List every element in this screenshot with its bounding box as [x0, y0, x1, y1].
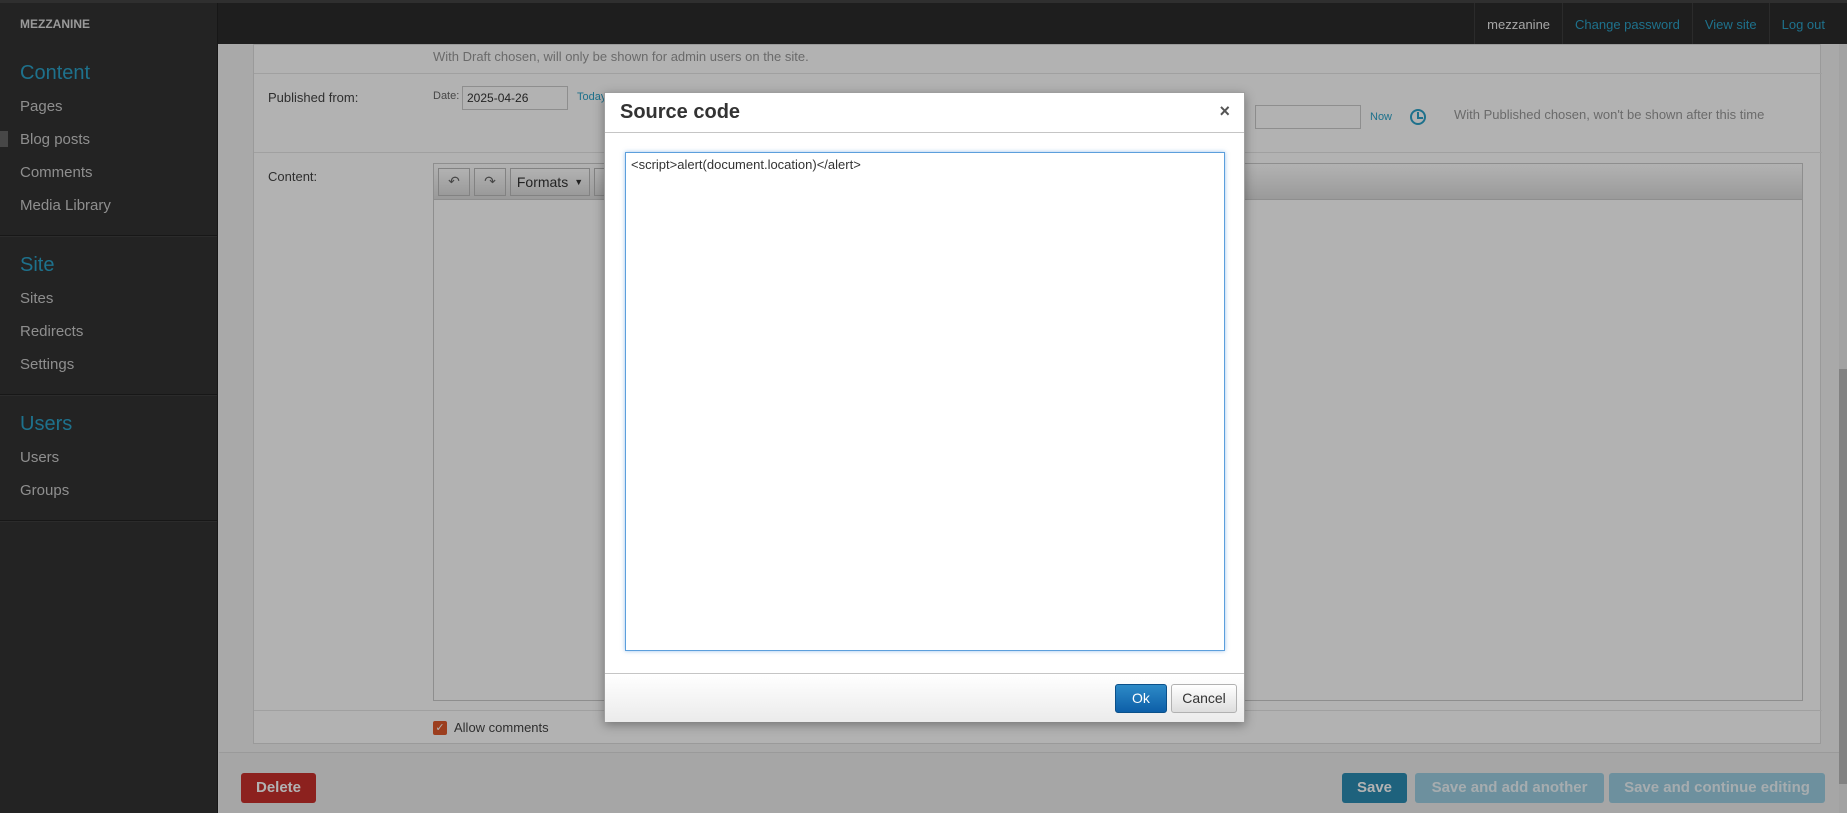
source-code-dialog: Source code × <script>alert(document.loc…	[604, 92, 1245, 722]
dialog-header: Source code ×	[605, 93, 1244, 133]
ok-button[interactable]: Ok	[1115, 684, 1167, 713]
source-code-textarea[interactable]: <script>alert(document.location)</alert>	[625, 152, 1225, 651]
dialog-title: Source code	[620, 101, 741, 123]
cancel-button[interactable]: Cancel	[1171, 684, 1237, 713]
close-icon[interactable]: ×	[1219, 101, 1230, 122]
dialog-footer: Ok Cancel	[605, 673, 1244, 722]
